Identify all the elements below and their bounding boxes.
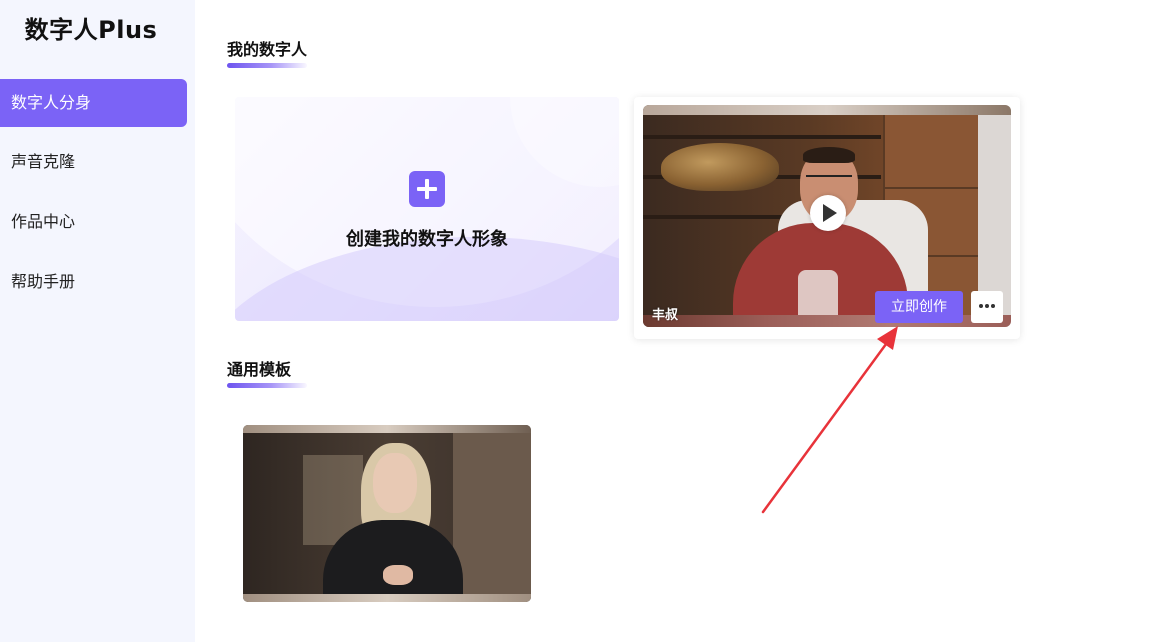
create-avatar-card[interactable]: 创建我的数字人形象 <box>235 97 619 321</box>
plus-icon[interactable] <box>409 171 445 207</box>
sidebar-item-digital-avatar[interactable]: 数字人分身 <box>0 79 187 127</box>
create-now-button[interactable]: 立即创作 <box>875 291 963 323</box>
create-avatar-label: 创建我的数字人形象 <box>346 229 508 250</box>
sidebar: 数字人Plus 数字人分身 声音克隆 作品中心 帮助手册 <box>0 0 195 642</box>
sidebar-item-help-manual[interactable]: 帮助手册 <box>0 258 187 306</box>
avatar-video-thumbnail[interactable]: 丰叔 立即创作 <box>643 105 1011 327</box>
sidebar-item-voice-clone[interactable]: 声音克隆 <box>0 138 187 186</box>
section-underline <box>227 383 307 388</box>
brand-title: 数字人Plus <box>24 16 158 44</box>
avatar-card[interactable]: 丰叔 立即创作 <box>634 97 1020 339</box>
section-title-templates: 通用模板 <box>227 360 292 379</box>
more-icon <box>979 304 995 310</box>
section-underline <box>227 63 307 68</box>
more-button[interactable] <box>971 291 1003 323</box>
section-title-my-avatars: 我的数字人 <box>227 40 308 59</box>
play-icon[interactable] <box>810 195 846 231</box>
template-card[interactable] <box>243 425 531 602</box>
sidebar-item-works-center[interactable]: 作品中心 <box>0 198 187 246</box>
avatar-name: 丰叔 <box>652 308 679 323</box>
